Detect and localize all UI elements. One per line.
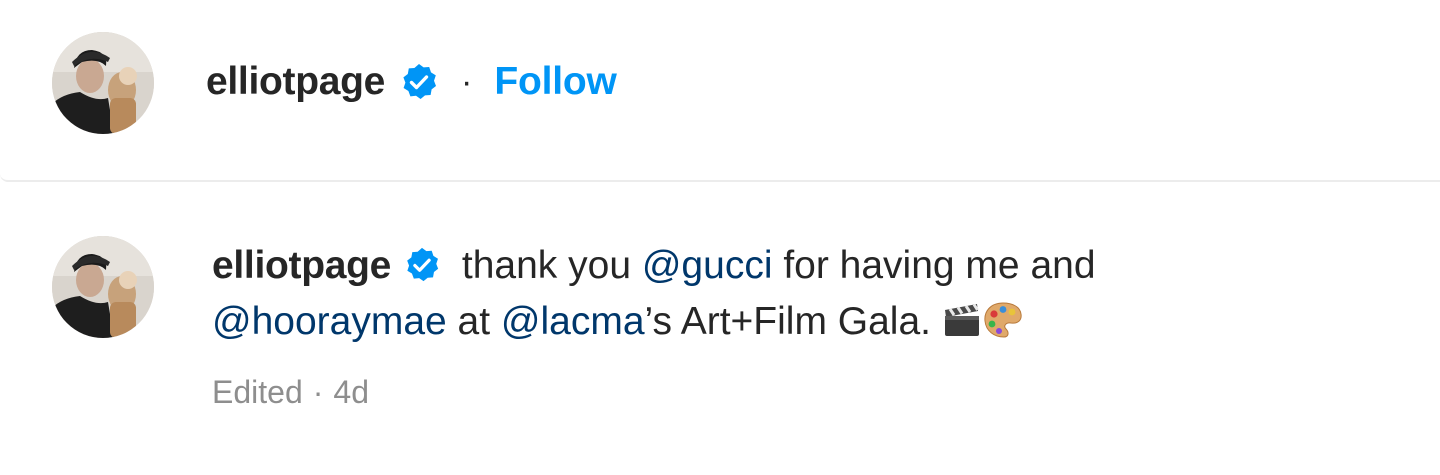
separator-dot: · xyxy=(312,374,324,410)
edited-label: Edited xyxy=(212,374,303,410)
caption-comment: elliotpage thank you @gucci for having m… xyxy=(0,184,1440,475)
post-meta: Edited · 4d xyxy=(212,374,369,411)
verified-badge-icon xyxy=(403,246,441,284)
clapperboard-icon xyxy=(942,300,982,356)
profile-photo-icon xyxy=(52,32,154,134)
header-row: elliotpage · Follow xyxy=(206,54,617,110)
mention-link-gucci[interactable]: @gucci xyxy=(642,244,773,287)
artist-palette-icon xyxy=(982,300,1024,356)
post-header: elliotpage · Follow xyxy=(0,0,1440,182)
timestamp[interactable]: 4d xyxy=(333,374,369,411)
avatar[interactable] xyxy=(52,32,154,134)
profile-photo-icon xyxy=(52,236,154,338)
username-link[interactable]: elliotpage xyxy=(206,60,385,104)
caption-text-segment: at xyxy=(446,300,501,343)
caption-text: elliotpage thank you @gucci for having m… xyxy=(212,238,1362,356)
caption-text-segment: thank you xyxy=(451,244,642,287)
avatar[interactable] xyxy=(52,236,154,338)
separator-dot: · xyxy=(461,63,473,101)
verified-badge-icon xyxy=(399,62,439,102)
follow-button[interactable]: Follow xyxy=(494,60,616,104)
caption-text-segment: for having me and xyxy=(772,244,1096,287)
username-link[interactable]: elliotpage xyxy=(212,244,391,287)
mention-link-hooraymae[interactable]: @hooraymae xyxy=(212,300,447,343)
caption-text-segment: ’s Art+Film Gala. xyxy=(644,300,942,343)
mention-link-lacma[interactable]: @lacma xyxy=(501,300,645,343)
